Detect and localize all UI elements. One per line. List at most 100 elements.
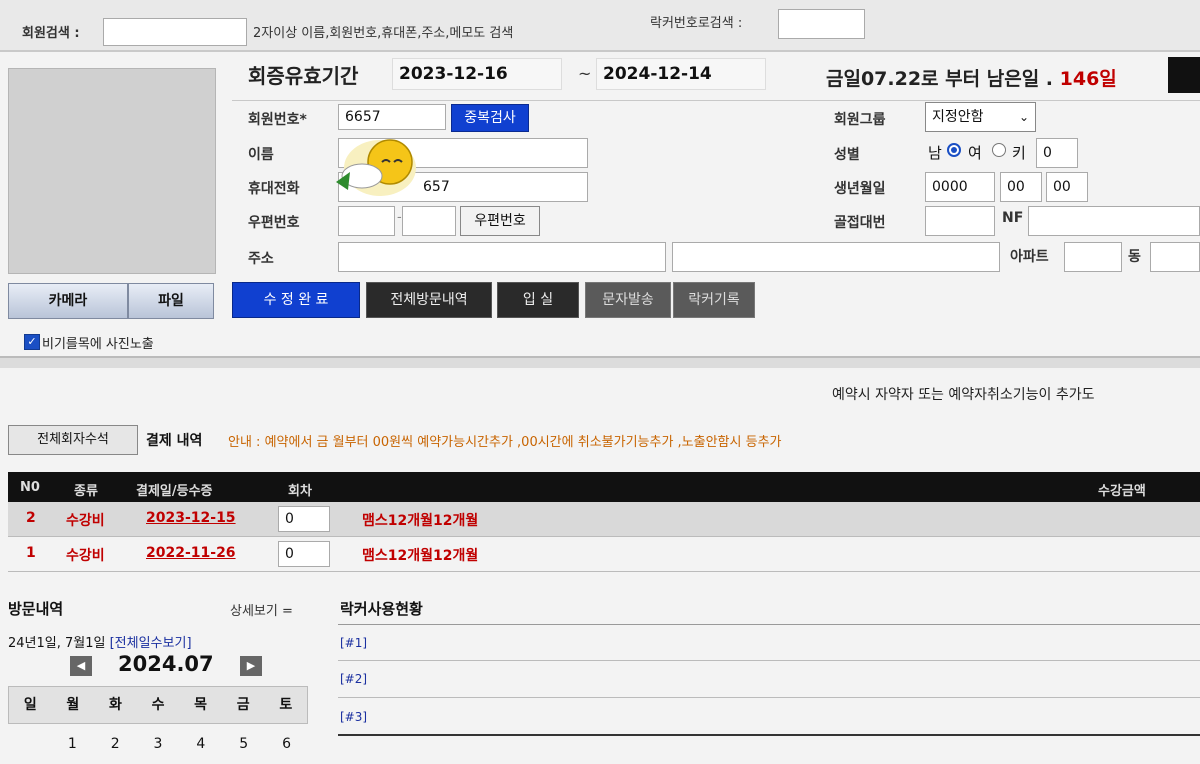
full-history-button[interactable]: 전체회자수석	[8, 425, 138, 455]
lockers-title: 락커사용현황	[340, 600, 423, 618]
all-days-link[interactable]: [전체일수보기]	[110, 636, 192, 651]
row-type: 수강비	[66, 548, 105, 564]
visits-detail-link[interactable]: 상세보기 =	[230, 600, 293, 619]
address-input-1[interactable]	[338, 242, 666, 272]
calendar-day[interactable]: 2	[94, 724, 137, 764]
weekday-mon: 월	[66, 697, 80, 713]
remaining-days-count: 146일	[1059, 68, 1117, 90]
prev-month-button[interactable]: ◀	[70, 656, 92, 676]
row-no: 1	[26, 545, 36, 561]
gender-label: 성별	[834, 147, 860, 163]
row-type: 수강비	[66, 513, 105, 529]
birth-day-input[interactable]: 00	[1046, 172, 1088, 202]
reservation-notice: 예약시 자약자 또는 예약자취소기능이 추가도	[832, 387, 1095, 403]
locker-record-button[interactable]: 락커기록	[673, 282, 755, 318]
row-no: 2	[26, 510, 36, 526]
table-row[interactable]: 1 수강비 2022-11-26 0 맴스12개월12개월	[8, 537, 1200, 572]
dong-label: 동	[1128, 249, 1141, 265]
member-search-input[interactable]	[103, 18, 247, 46]
locker-divider	[338, 697, 1200, 698]
dong-input[interactable]	[1150, 242, 1200, 272]
row-count-input[interactable]: 0	[278, 541, 330, 567]
camera-button[interactable]: 카메라	[8, 283, 128, 319]
payments-title: 결제 내역	[146, 433, 203, 449]
radio-dot-icon	[951, 147, 957, 153]
nf-input[interactable]	[1028, 206, 1200, 236]
col-header-type: 종류	[74, 484, 98, 499]
calendar-week-row: 1 2 3 4 5 6	[8, 724, 308, 764]
birth-month-input[interactable]: 00	[1000, 172, 1042, 202]
calendar-day[interactable]	[8, 724, 51, 764]
calendar-day[interactable]: 4	[179, 724, 222, 764]
row-product: 맴스12개월12개월	[362, 548, 479, 564]
birth-year-input[interactable]: 0000	[925, 172, 995, 202]
weekday-fri: 금	[236, 697, 250, 713]
next-month-button[interactable]: ▶	[240, 656, 262, 676]
col-header-count: 회차	[288, 484, 312, 499]
row-count-input[interactable]: 0	[278, 506, 330, 532]
locker-search-label: 락커번호로검색 :	[650, 16, 743, 31]
checkin-button[interactable]: 입 실	[497, 282, 579, 318]
sleeping-character-icon	[336, 139, 416, 196]
member-group-select[interactable]: 지정안함 ⌄	[925, 102, 1036, 132]
table-row[interactable]: 2 수강비 2023-12-15 0 맴스12개월12개월	[8, 502, 1200, 537]
end-date-input[interactable]: 2024-12-14	[596, 58, 766, 90]
key-input[interactable]: 0	[1036, 138, 1078, 168]
birth-label: 생년월일	[834, 181, 886, 197]
row-date-link[interactable]: 2022-11-26	[146, 545, 236, 561]
address-input-2[interactable]	[672, 242, 1000, 272]
chevron-down-icon: ⌄	[1018, 110, 1029, 124]
gender-male-radio[interactable]	[947, 143, 961, 157]
section-divider	[0, 356, 1200, 368]
weekday-sat: 토	[279, 697, 293, 713]
locker-divider	[338, 734, 1200, 736]
postal-input-1[interactable]	[338, 206, 395, 236]
gender-male-label: 남	[928, 144, 942, 162]
save-button[interactable]: 수 정 완 료	[232, 282, 360, 318]
locker-pw-label: 골접대번	[834, 215, 886, 231]
postal-input-2[interactable]	[402, 206, 456, 236]
form-divider	[232, 100, 1200, 101]
arrow-left-icon: ◀	[76, 659, 86, 672]
locker-search-input[interactable]	[778, 9, 865, 39]
calendar-day[interactable]: 3	[137, 724, 180, 764]
gender-female-radio[interactable]	[992, 143, 1006, 157]
nf-label: NF	[1002, 210, 1024, 226]
top-right-dark-button[interactable]	[1168, 57, 1200, 93]
payments-table: N0 종류 결제일/등수증 회차 수강금액 2 수강비 2023-12-15 0…	[8, 472, 1200, 572]
row-product: 맴스12개월12개월	[362, 513, 479, 529]
locker-item-link[interactable]: [#1]	[340, 636, 367, 650]
locker-pw-input[interactable]	[925, 206, 995, 236]
member-no-input[interactable]: 6657	[338, 104, 446, 130]
visits-summary-text: 24년1일, 7월1일	[8, 636, 106, 651]
address-label: 주소	[248, 251, 274, 267]
start-date-input[interactable]: 2023-12-16	[392, 58, 562, 90]
file-button[interactable]: 파일	[128, 283, 214, 319]
apt-input[interactable]	[1064, 242, 1122, 272]
calendar-day[interactable]: 1	[51, 724, 94, 764]
visits-summary: 24년1일, 7월1일 [전체일수보기]	[8, 632, 192, 651]
payments-header-row: N0 종류 결제일/등수증 회차 수강금액	[8, 472, 1200, 502]
period-separator: ~	[578, 64, 592, 83]
calendar-month: 2024.07	[118, 652, 214, 676]
locker-item-link[interactable]: [#3]	[340, 710, 367, 724]
duplicate-check-button[interactable]: 중복검사	[451, 104, 529, 132]
locker-divider	[338, 624, 1200, 625]
row-date-link[interactable]: 2023-12-15	[146, 510, 236, 526]
postal-label: 우편번호	[248, 215, 300, 231]
col-header-no: N0	[20, 480, 40, 495]
photo-checkbox[interactable]: ✓	[24, 334, 40, 350]
gender-female-label: 여	[968, 144, 982, 162]
weekday-thu: 목	[194, 697, 208, 713]
calendar-grid: 일 월 화 수 목 금 토 1 2 3 4 5 6	[8, 686, 308, 764]
postal-search-button[interactable]: 우편번호	[460, 206, 540, 236]
remaining-days-text: 금일07.22로 부터 남은일 . 146일	[826, 64, 1117, 91]
arrow-right-icon: ▶	[246, 659, 256, 672]
member-search-label: 회원검색 :	[22, 26, 80, 41]
calendar-day[interactable]: 5	[222, 724, 265, 764]
member-photo	[8, 68, 216, 274]
calendar-day[interactable]: 6	[265, 724, 308, 764]
visit-history-button[interactable]: 전체방문내역	[366, 282, 492, 318]
locker-item-link[interactable]: [#2]	[340, 672, 367, 686]
sms-button[interactable]: 문자발송	[585, 282, 671, 318]
